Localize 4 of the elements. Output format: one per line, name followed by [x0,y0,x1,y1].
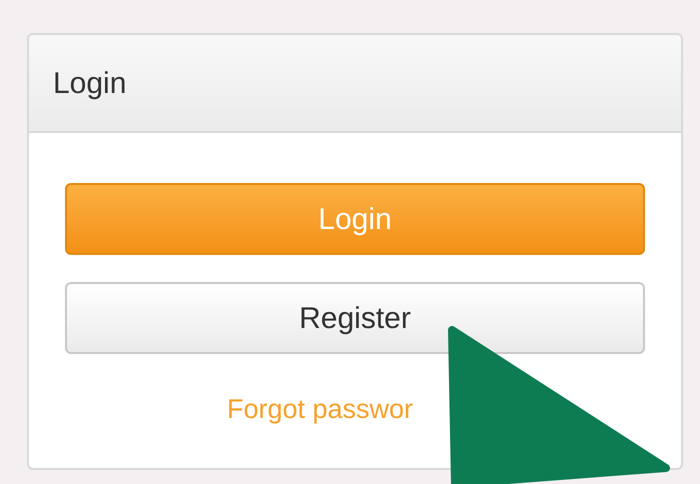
login-button[interactable]: Login [65,183,645,255]
register-button[interactable]: Register [65,282,645,354]
forgot-password-link[interactable]: Forgot passwor [226,389,414,430]
panel-title: Login [53,66,126,102]
